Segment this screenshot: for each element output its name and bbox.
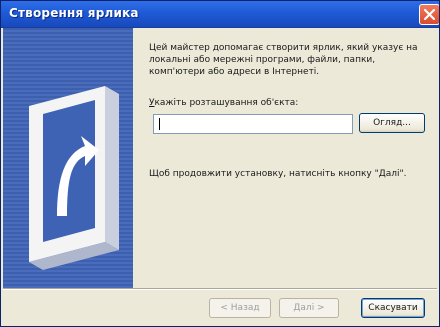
title-bar[interactable]: Створення ярлика <box>1 1 439 28</box>
next-button[interactable]: Далі > <box>279 298 339 318</box>
close-icon <box>423 8 436 21</box>
shortcut-wizard-icon <box>29 86 119 270</box>
close-button[interactable] <box>419 4 439 25</box>
cancel-button[interactable]: Скасувати <box>361 298 425 318</box>
wizard-side-panel <box>3 28 133 288</box>
back-button[interactable]: < Назад <box>209 298 271 318</box>
location-label-text: кажіть розташування об'єкта: <box>154 98 299 108</box>
location-input[interactable] <box>153 114 353 134</box>
browse-button[interactable]: Огляд... <box>359 113 425 133</box>
location-label: Укажіть розташування об'єкта: <box>149 98 298 108</box>
separator <box>3 288 437 290</box>
window-title: Створення ярлика <box>9 6 139 20</box>
continue-hint: Щоб продовжити установку, натисніть кноп… <box>149 169 407 179</box>
text-caret <box>159 118 160 130</box>
create-shortcut-dialog: Створення ярлика Цей майстер допомагає с… <box>0 0 440 327</box>
wizard-description: Цей майстер допомагає створити ярлик, як… <box>149 43 418 77</box>
